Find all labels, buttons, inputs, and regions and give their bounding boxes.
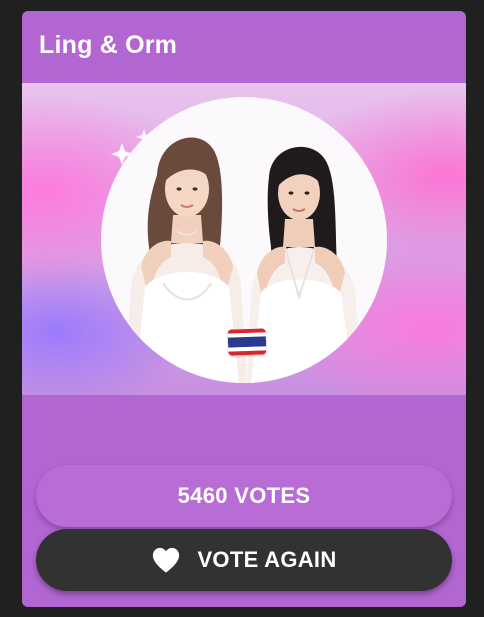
heart-icon <box>153 547 180 573</box>
candidate-photo <box>22 83 466 395</box>
vote-again-button[interactable]: VOTE AGAIN <box>36 529 452 591</box>
vote-count-label: 5460 VOTES <box>177 483 311 508</box>
vote-count-badge: 5460 VOTES <box>36 465 452 527</box>
thailand-flag-icon <box>227 328 267 356</box>
candidate-name: Ling & Orm <box>39 31 178 59</box>
candidate-card: Ling & Orm 5460 VOTES VOTE AGAIN <box>22 11 466 607</box>
vote-again-label: VOTE AGAIN <box>197 547 337 572</box>
